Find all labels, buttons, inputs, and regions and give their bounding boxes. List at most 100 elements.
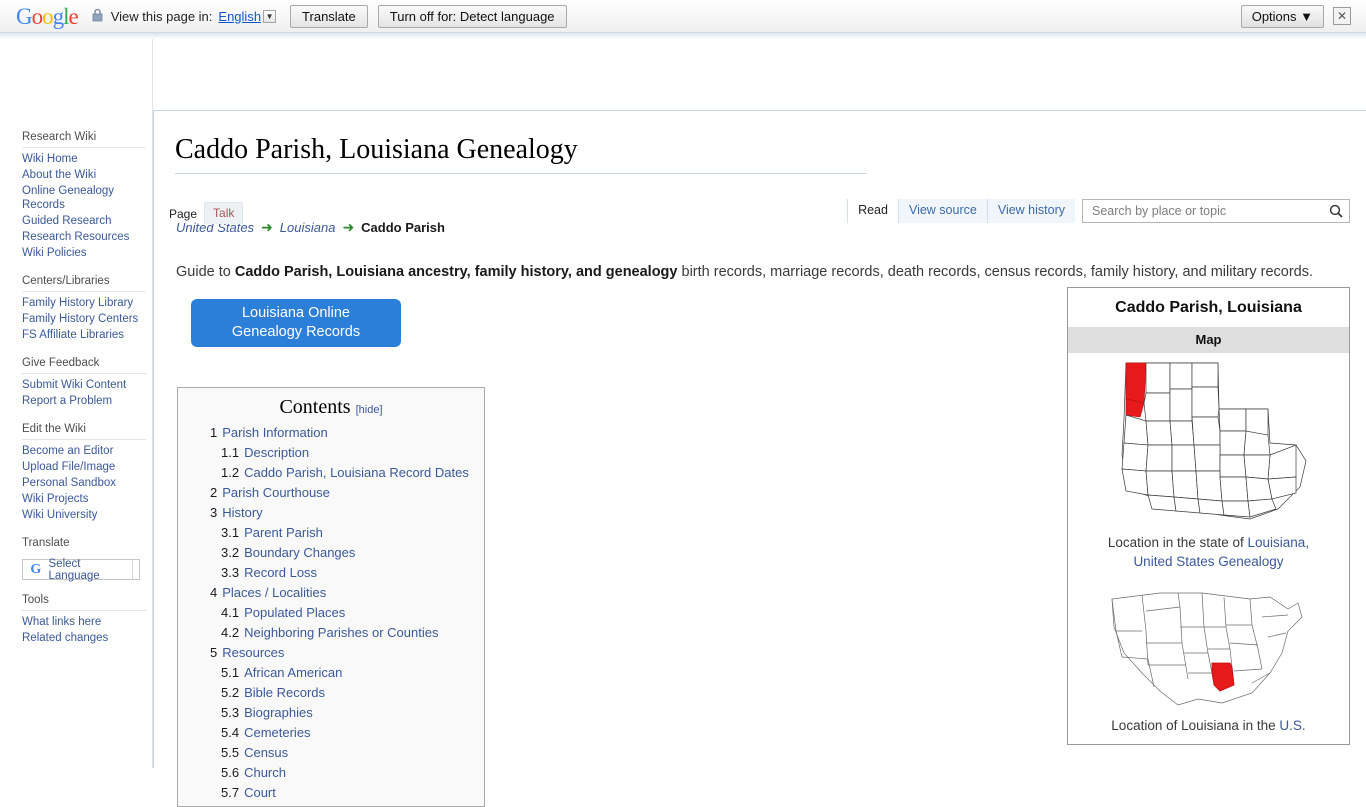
sidebar-item-become-an-editor[interactable]: Become an Editor — [22, 443, 146, 459]
toc-row-label[interactable]: Neighboring Parishes or Counties — [244, 625, 438, 640]
toc-row-label[interactable]: Populated Places — [244, 605, 345, 620]
sidebar-item-submit-wiki-content[interactable]: Submit Wiki Content — [22, 377, 146, 393]
options-button[interactable]: Options ▼ — [1240, 4, 1324, 28]
search-icon[interactable] — [1329, 204, 1343, 218]
sidebar-link-fs-affiliate-libraries[interactable]: FS Affiliate Libraries — [22, 328, 124, 342]
sidebar-item-about-the-wiki[interactable]: About the Wiki — [22, 167, 146, 183]
toc-row[interactable]: 4.1 Populated Places — [188, 603, 474, 623]
toc-row-number: 5.1 — [221, 665, 240, 680]
language-selector[interactable]: English ▼ — [218, 9, 277, 24]
toc-row-label[interactable]: Court — [244, 785, 276, 800]
toc-row[interactable]: 3.2 Boundary Changes — [188, 543, 474, 563]
sidebar-item-personal-sandbox[interactable]: Personal Sandbox — [22, 475, 146, 491]
sidebar-link-online-genealogy-records[interactable]: Online Genealogy Records — [22, 184, 146, 212]
toc-row-label[interactable]: Parish Information — [222, 425, 328, 440]
sidebar-link-guided-research[interactable]: Guided Research — [22, 214, 112, 228]
sidebar-link-personal-sandbox[interactable]: Personal Sandbox — [22, 476, 116, 490]
sidebar-link-family-history-library[interactable]: Family History Library — [22, 296, 133, 310]
sidebar-link-wiki-university[interactable]: Wiki University — [22, 508, 97, 522]
toc-row[interactable]: 4 Places / Localities — [188, 583, 474, 603]
chevron-down-icon[interactable] — [132, 560, 139, 579]
toc-row-label[interactable]: History — [222, 505, 262, 520]
breadcrumb-item-louisiana[interactable]: Louisiana — [280, 220, 336, 235]
toc-row-label[interactable]: Parish Courthouse — [222, 485, 330, 500]
toc-row[interactable]: 4.2 Neighboring Parishes or Counties — [188, 623, 474, 643]
sidebar-item-report-a-problem[interactable]: Report a Problem — [22, 393, 146, 409]
sidebar-link-what-links-here[interactable]: What links here — [22, 615, 101, 629]
turn-off-translate-button[interactable]: Turn off for: Detect language — [377, 4, 567, 28]
toc-hide-link[interactable]: [hide] — [356, 404, 383, 416]
toc-row[interactable]: 2 Parish Courthouse — [188, 483, 474, 503]
sidebar-item-family-history-library[interactable]: Family History Library — [22, 295, 146, 311]
sidebar-link-submit-wiki-content[interactable]: Submit Wiki Content — [22, 378, 126, 392]
toc-row[interactable]: 3 History — [188, 503, 474, 523]
tab-view-source[interactable]: View source — [897, 199, 987, 223]
sidebar-link-become-an-editor[interactable]: Become an Editor — [22, 444, 113, 458]
sidebar-link-upload-file-image[interactable]: Upload File/Image — [22, 460, 115, 474]
toc-row[interactable]: 3.3 Record Loss — [188, 563, 474, 583]
sidebar-link-report-a-problem[interactable]: Report a Problem — [22, 394, 112, 408]
toc-row[interactable]: 5.5 Census — [188, 743, 474, 763]
sidebar-item-wiki-projects[interactable]: Wiki Projects — [22, 491, 146, 507]
toc-row-label[interactable]: Bible Records — [244, 685, 325, 700]
search-input[interactable] — [1090, 203, 1329, 219]
toc-row-label[interactable]: Biographies — [244, 705, 313, 720]
sidebar-item-guided-research[interactable]: Guided Research — [22, 213, 146, 229]
select-language-dropdown[interactable]: G Select Language — [22, 558, 140, 582]
sidebar-item-wiki-home[interactable]: Wiki Home — [22, 151, 146, 167]
close-icon[interactable]: ✕ — [1333, 7, 1351, 25]
toc-row[interactable]: 5.3 Biographies — [188, 703, 474, 723]
toc-row[interactable]: 5.8Land — [188, 803, 474, 806]
sidebar-link-family-history-centers[interactable]: Family History Centers — [22, 312, 138, 326]
sidebar-item-what-links-here[interactable]: What links here — [22, 614, 146, 630]
translate-button[interactable]: Translate — [290, 4, 368, 28]
sidebar-link-related-changes[interactable]: Related changes — [22, 631, 108, 645]
intro-prefix: Guide to — [176, 263, 235, 280]
toc-row-label[interactable]: Parent Parish — [244, 525, 323, 540]
sidebar-link-research-resources[interactable]: Research Resources — [22, 230, 129, 244]
tab-page[interactable]: Page — [162, 205, 204, 224]
toc-row-label[interactable]: Places / Localities — [222, 585, 326, 600]
toc-row[interactable]: 5 Resources — [188, 643, 474, 663]
sidebar-item-related-changes[interactable]: Related changes — [22, 630, 146, 646]
toc-row[interactable]: 5.4 Cemeteries — [188, 723, 474, 743]
toc-row[interactable]: 5.2 Bible Records — [188, 683, 474, 703]
toc-row-label[interactable]: African American — [244, 665, 342, 680]
sidebar-item-fs-affiliate-libraries[interactable]: FS Affiliate Libraries — [22, 327, 146, 343]
toc-row[interactable]: 5.6 Church — [188, 763, 474, 783]
sidebar-link-wiki-projects[interactable]: Wiki Projects — [22, 492, 88, 506]
toc-row[interactable]: 1.1 Description — [188, 443, 474, 463]
toc-row-label[interactable]: Description — [244, 445, 309, 460]
sidebar-link-wiki-home[interactable]: Wiki Home — [22, 152, 78, 166]
intro-paragraph: Guide to Caddo Parish, Louisiana ancestr… — [176, 261, 1348, 283]
sidebar-item-upload-file-image[interactable]: Upload File/Image — [22, 459, 146, 475]
sidebar-item-wiki-university[interactable]: Wiki University — [22, 507, 146, 523]
toc-row-label[interactable]: Cemeteries — [244, 725, 310, 740]
tab-talk[interactable]: Talk — [204, 202, 244, 224]
caption-link-us[interactable]: U.S. — [1279, 718, 1305, 733]
sidebar-item-research-resources[interactable]: Research Resources — [22, 229, 146, 245]
toc-row-label[interactable]: Boundary Changes — [244, 545, 355, 560]
google-g-icon: G — [30, 561, 42, 577]
toc-row[interactable]: 5.7 Court — [188, 783, 474, 803]
toc-row[interactable]: 1 Parish Information — [188, 423, 474, 443]
sidebar-link-about-the-wiki[interactable]: About the Wiki — [22, 168, 96, 182]
louisiana-online-genealogy-records-button[interactable]: Louisiana Online Genealogy Records — [191, 299, 401, 347]
language-name[interactable]: English — [218, 9, 261, 24]
toc-row-label[interactable]: Church — [244, 765, 286, 780]
toc-row[interactable]: 1.2 Caddo Parish, Louisiana Record Dates — [188, 463, 474, 483]
toc-row[interactable]: 5.1 African American — [188, 663, 474, 683]
sidebar-item-wiki-policies[interactable]: Wiki Policies — [22, 245, 146, 261]
toc-row-label[interactable]: Census — [244, 745, 288, 760]
toc-row-label[interactable]: Resources — [222, 645, 284, 660]
toc-row-label[interactable]: Caddo Parish, Louisiana Record Dates — [244, 465, 469, 480]
toc-row-label[interactable]: Record Loss — [244, 565, 317, 580]
chevron-down-icon[interactable]: ▼ — [263, 9, 277, 23]
toc-row[interactable]: 3.1 Parent Parish — [188, 523, 474, 543]
sidebar-link-wiki-policies[interactable]: Wiki Policies — [22, 246, 87, 260]
tab-read[interactable]: Read — [847, 199, 898, 223]
sidebar-item-online-genealogy-records[interactable]: Online Genealogy Records — [22, 183, 146, 213]
search-box[interactable] — [1082, 199, 1350, 223]
sidebar-item-family-history-centers[interactable]: Family History Centers — [22, 311, 146, 327]
tab-view-history[interactable]: View history — [986, 199, 1075, 223]
